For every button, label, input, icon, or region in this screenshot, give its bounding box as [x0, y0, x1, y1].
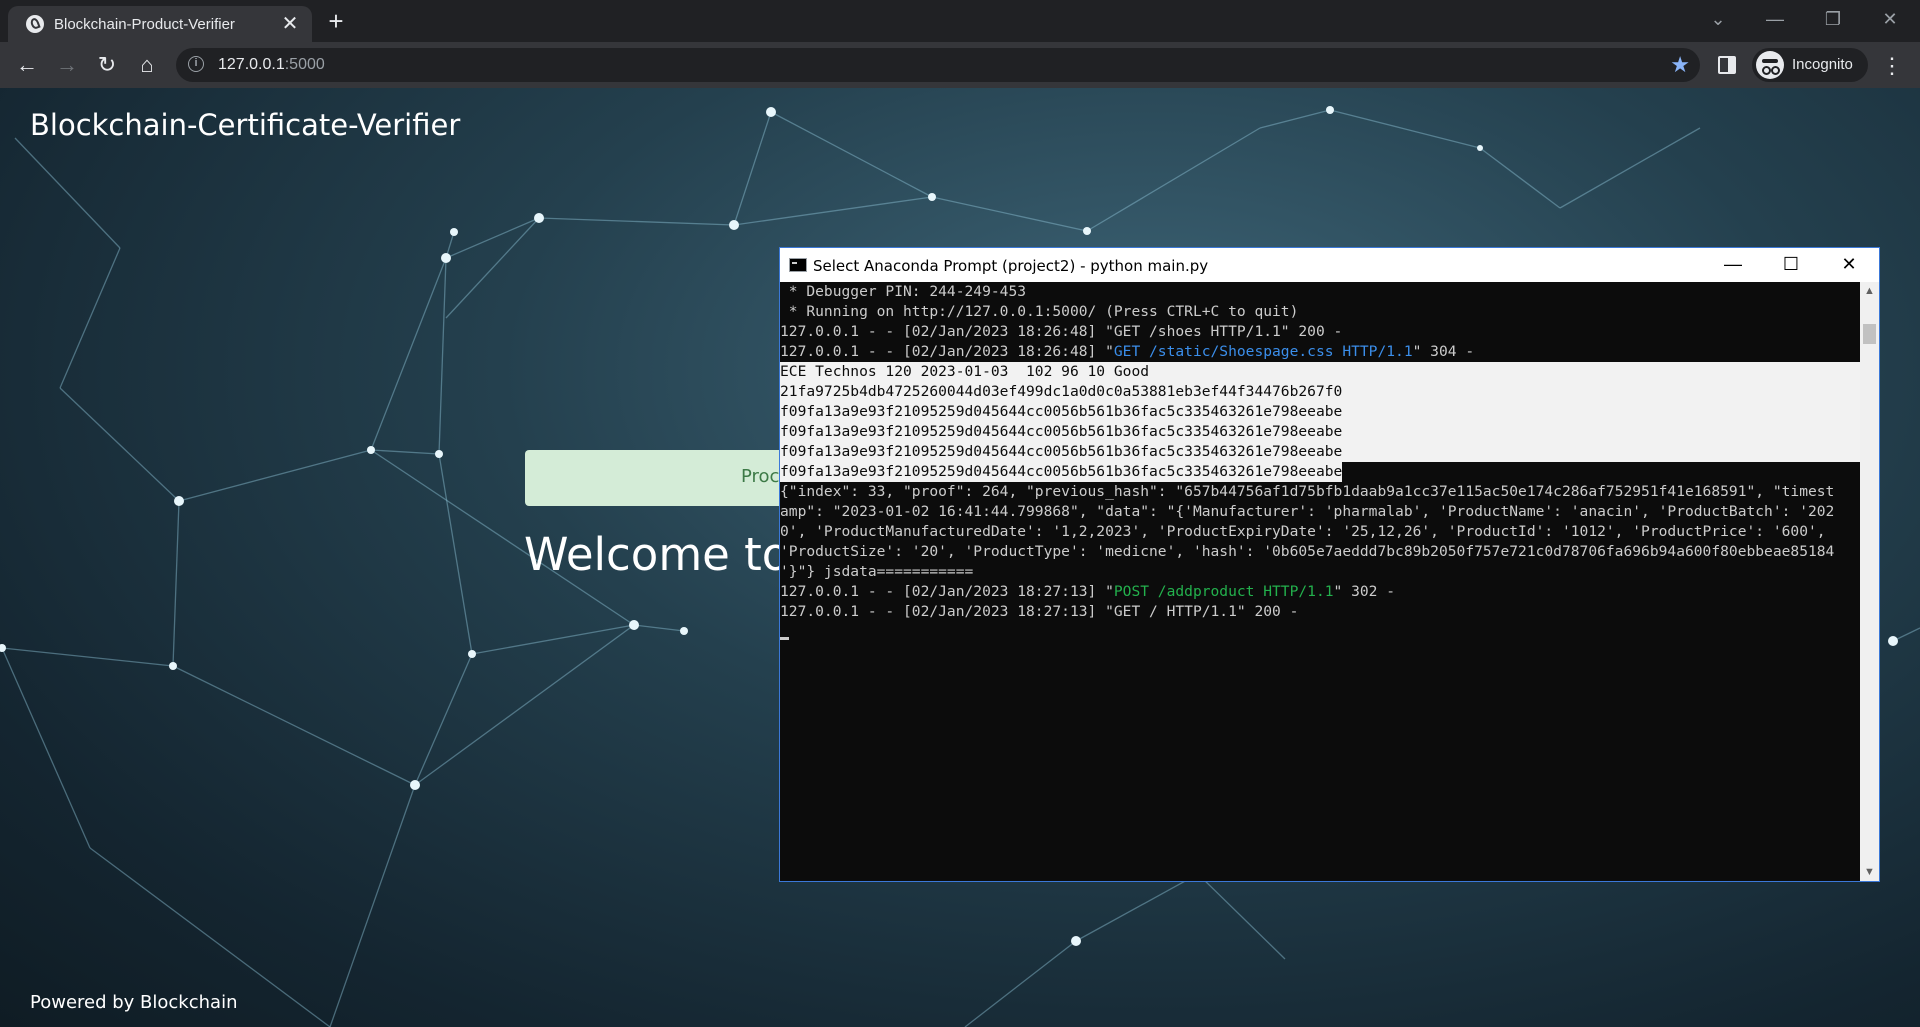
console-selected-line: f09fa13a9e93f21095259d045644cc0056b561b3…	[780, 402, 1860, 422]
close-tab-icon[interactable]: ✕	[278, 12, 302, 36]
console-line: 127.0.0.1 - - [02/Jan/2023 18:26:48] "GE…	[780, 323, 1343, 340]
anaconda-prompt-window[interactable]: Select Anaconda Prompt (project2) - pyth…	[779, 247, 1880, 882]
console-selected-line: f09fa13a9e93f21095259d045644cc0056b561b3…	[780, 442, 1860, 462]
product-button-label: Proc	[741, 466, 780, 487]
welcome-heading: Welcome to	[524, 528, 790, 581]
console-line-prefix: 127.0.0.1 - - [02/Jan/2023 18:26:48] "	[780, 343, 1114, 360]
side-panel-icon[interactable]	[1718, 56, 1736, 74]
address-bar[interactable]: i 127.0.0.1:5000 ★	[176, 48, 1700, 82]
forward-button[interactable]: →	[52, 50, 82, 80]
site-brand-title[interactable]: Blockchain-Certificate-Verifier	[30, 108, 460, 142]
console-line: 'ProductSize': '20', 'ProductType': 'med…	[780, 543, 1835, 560]
new-tab-button[interactable]: +	[322, 8, 350, 36]
window-restore-button[interactable]: ❐	[1805, 0, 1861, 40]
reload-button[interactable]: ↻	[92, 50, 122, 80]
bookmark-star-icon[interactable]: ★	[1670, 52, 1690, 78]
url-port: :5000	[284, 56, 325, 73]
console-line: 0', 'ProductManufacturedDate': '1,2,2023…	[780, 523, 1826, 540]
console-output[interactable]: * Debugger PIN: 244-249-453 * Running on…	[780, 282, 1860, 881]
back-button[interactable]: ←	[12, 50, 42, 80]
url-text[interactable]: 127.0.0.1:5000	[218, 56, 325, 74]
console-line: 127.0.0.1 - - [02/Jan/2023 18:27:13] "PO…	[780, 582, 1395, 602]
window-minimize-button[interactable]: —	[1747, 0, 1803, 40]
tab-title: Blockchain-Product-Verifier	[54, 16, 235, 33]
browser-tab[interactable]: Blockchain-Product-Verifier ✕	[8, 6, 312, 42]
incognito-label: Incognito	[1792, 56, 1853, 73]
console-line-suffix: " 302 -	[1333, 583, 1396, 600]
console-line-suffix: " 304 -	[1412, 343, 1475, 360]
incognito-icon	[1756, 51, 1784, 79]
scroll-up-arrow-icon[interactable]: ▲	[1860, 282, 1879, 300]
tab-search-icon[interactable]: ⌄	[1690, 0, 1746, 40]
console-close-button[interactable]: ✕	[1820, 248, 1878, 282]
browser-tab-strip: Blockchain-Product-Verifier ✕ + ⌄ — ❐ ✕	[0, 0, 1920, 42]
scroll-down-arrow-icon[interactable]: ▼	[1860, 863, 1879, 881]
console-minimize-button[interactable]: —	[1704, 248, 1762, 282]
browser-menu-icon[interactable]: ⋮	[1880, 52, 1904, 80]
console-selected-line: 21fa9725b4db4725260044d03ef499dc1a0d0c0a…	[780, 382, 1860, 402]
home-button[interactable]: ⌂	[132, 50, 162, 80]
console-line: {"index": 33, "proof": 264, "previous_ha…	[780, 483, 1835, 500]
site-info-icon[interactable]: i	[188, 56, 204, 72]
console-line: '}"} jsdata===========	[780, 563, 974, 580]
console-line: 127.0.0.1 - - [02/Jan/2023 18:27:13] "GE…	[780, 603, 1299, 620]
url-host: 127.0.0.1	[218, 56, 285, 73]
console-selected-line: ECE Technos 120 2023-01-03 102 96 10 Goo…	[780, 362, 1860, 382]
console-line: 127.0.0.1 - - [02/Jan/2023 18:26:48] "GE…	[780, 342, 1474, 362]
console-request-highlight: POST /addproduct HTTP/1.1	[1113, 583, 1334, 600]
console-line: * Debugger PIN: 244-249-453	[780, 283, 1027, 300]
console-selected-line: f09fa13a9e93f21095259d045644cc0056b561b3…	[780, 422, 1860, 442]
globe-icon	[26, 15, 44, 33]
console-scrollbar[interactable]: ▲ ▼	[1860, 282, 1879, 881]
console-request-highlight: GET /static/Shoespage.css HTTP/1.1	[1113, 343, 1413, 360]
console-title: Select Anaconda Prompt (project2) - pyth…	[813, 257, 1209, 275]
console-titlebar[interactable]: Select Anaconda Prompt (project2) - pyth…	[780, 248, 1879, 282]
console-maximize-button[interactable]: ☐	[1762, 248, 1820, 282]
console-selected-line: f09fa13a9e93f21095259d045644cc0056b561b3…	[780, 462, 1343, 482]
console-line: * Running on http://127.0.0.1:5000/ (Pre…	[780, 303, 1299, 320]
window-close-button[interactable]: ✕	[1862, 0, 1918, 40]
terminal-icon	[789, 258, 807, 272]
incognito-profile-button[interactable]: Incognito	[1752, 48, 1868, 82]
console-cursor	[780, 637, 789, 640]
scrollbar-thumb[interactable]	[1863, 324, 1876, 344]
browser-toolbar: ← → ↻ ⌂ i 127.0.0.1:5000 ★ Incognito ⋮	[0, 42, 1920, 88]
footer-text: Powered by Blockchain	[30, 992, 238, 1013]
console-line: amp": "2023-01-02 16:41:44.799868", "dat…	[780, 503, 1835, 520]
console-line-prefix: 127.0.0.1 - - [02/Jan/2023 18:27:13] "	[780, 583, 1114, 600]
